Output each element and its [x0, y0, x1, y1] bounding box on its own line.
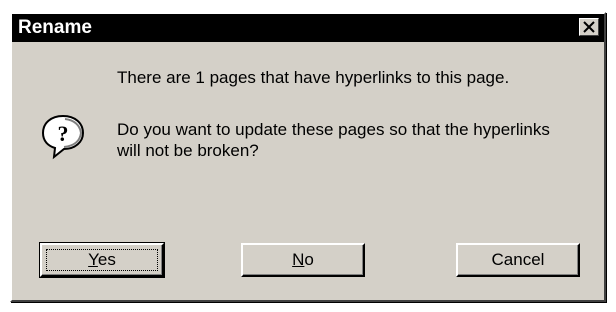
window-title: Rename [18, 17, 92, 38]
no-button-label: No [292, 250, 314, 270]
message-line-2: Do you want to update these pages so tha… [117, 120, 550, 160]
no-label-rest: o [304, 250, 314, 269]
message-line-1: There are 1 pages that have hyperlinks t… [117, 68, 510, 87]
cancel-button-label: Cancel [491, 250, 545, 269]
yes-button[interactable]: Yes [39, 242, 165, 278]
svg-text:?: ? [58, 121, 69, 146]
title-bar[interactable]: Rename [12, 14, 604, 42]
no-button[interactable]: No [241, 243, 365, 277]
rename-dialog: Rename ? There are 1 pages that have hyp… [10, 12, 606, 302]
cancel-button[interactable]: Cancel [456, 243, 580, 277]
close-icon [583, 21, 595, 33]
focus-rectangle [46, 249, 158, 271]
question-icon: ? [38, 112, 88, 167]
no-mnemonic: N [292, 250, 305, 269]
close-button[interactable] [579, 18, 599, 36]
